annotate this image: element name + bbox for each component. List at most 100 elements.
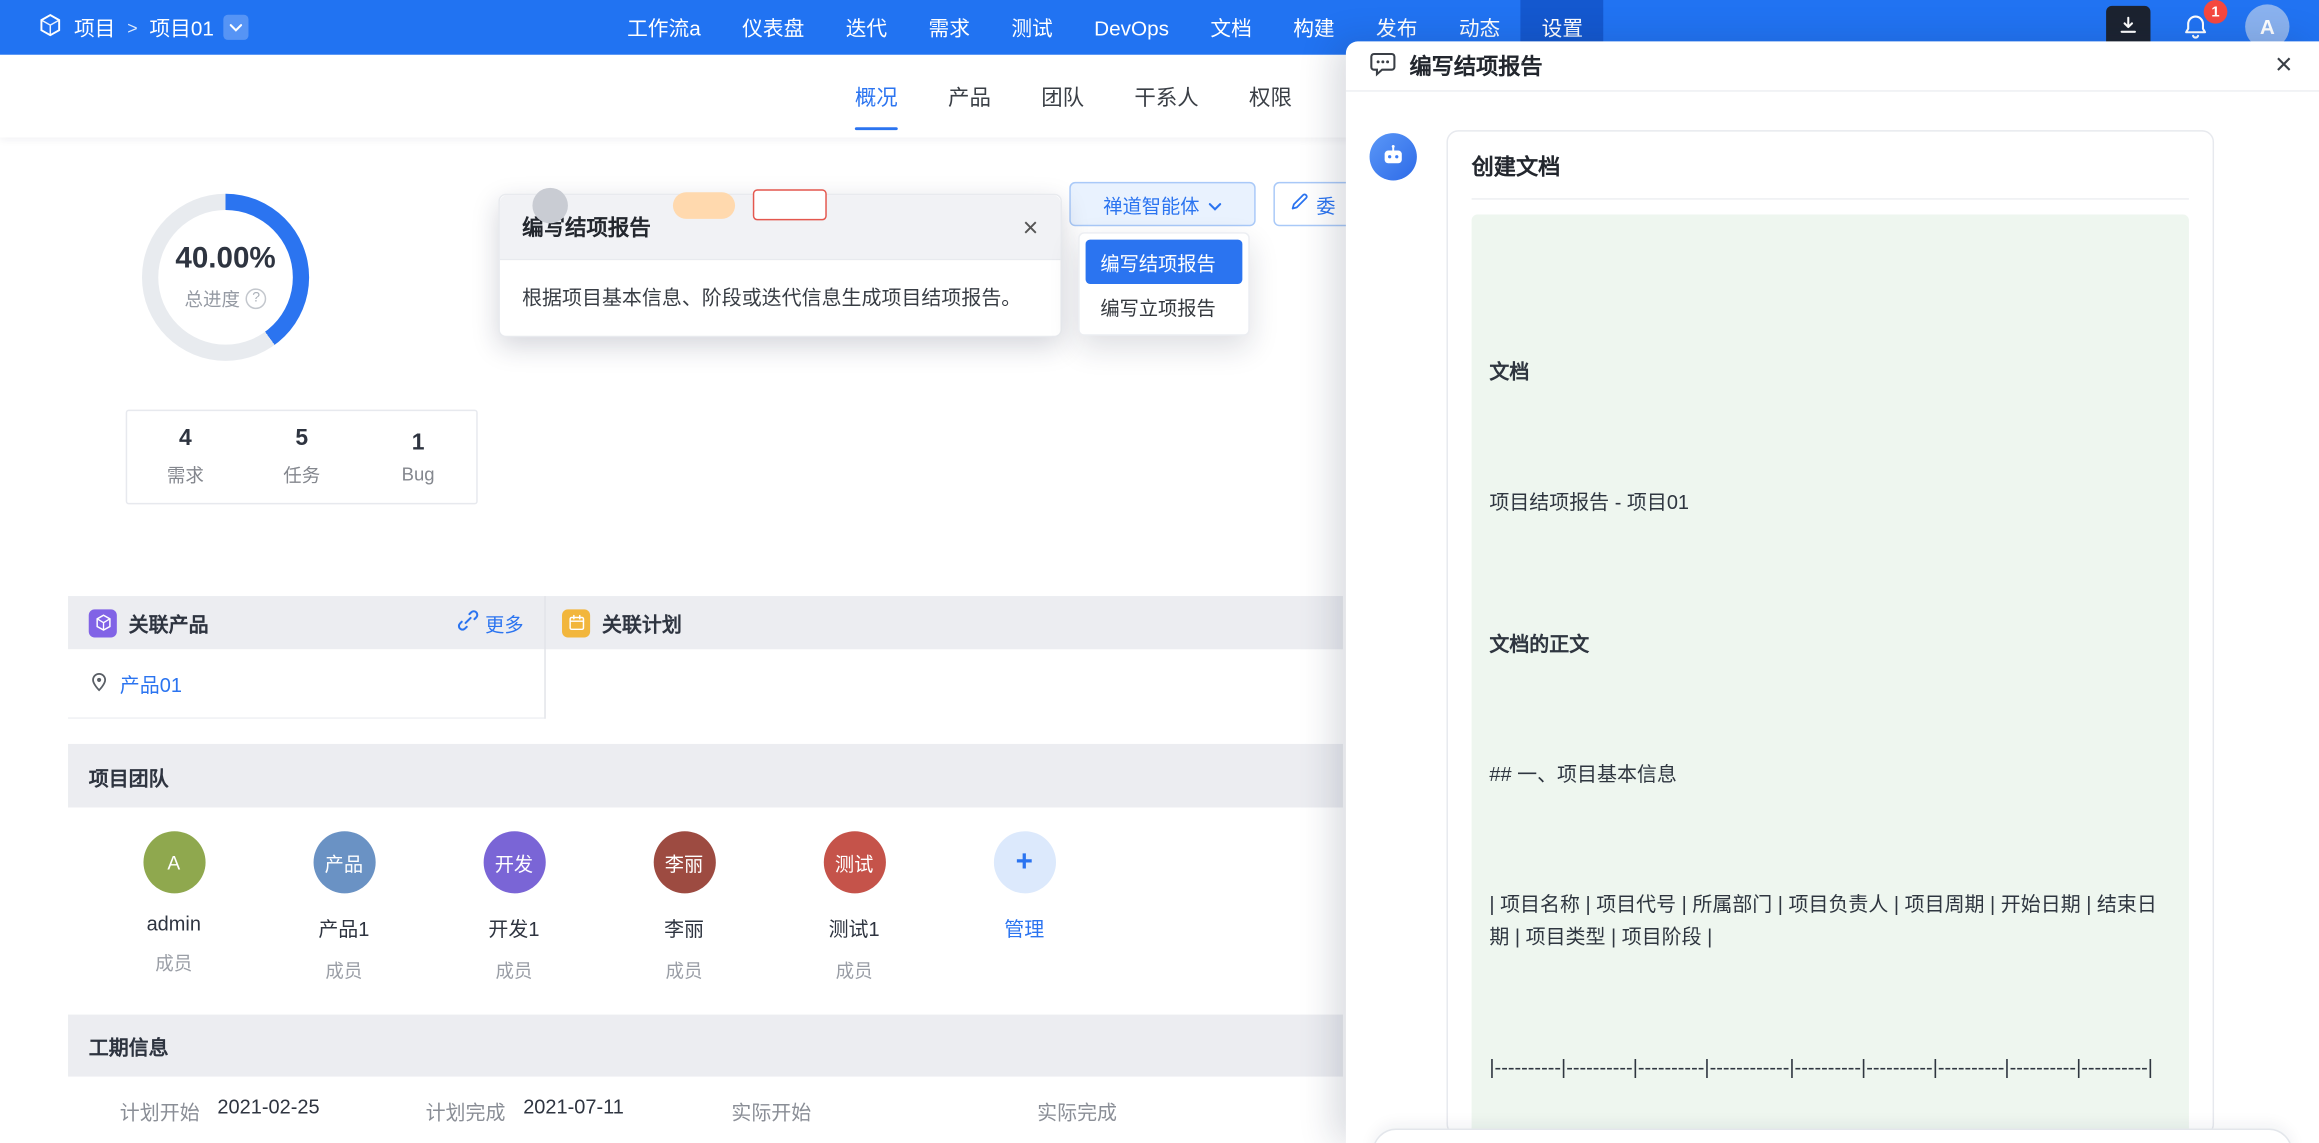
product-link[interactable]: 产品01 [120,669,182,699]
close-icon[interactable]: × [2275,50,2292,80]
member-name: 产品1 [318,913,369,943]
help-icon[interactable]: ? [246,288,267,309]
topbar-nav-item[interactable]: 构建 [1272,0,1355,55]
schedule-field: 实际完成 [1037,1095,1343,1125]
stat-value: 4 [179,426,192,453]
stats-card: 4 需求 5 任务 1 Bug [126,410,478,505]
logo-icon [38,13,62,41]
agent-dropdown-button[interactable]: 禅道智能体 [1069,182,1255,226]
stat-item[interactable]: 4 需求 [127,411,243,503]
document-line: 项目结项报告 - 项目01 [1489,487,2171,520]
schedule-field-value: 2021-07-11 [523,1095,624,1125]
avatar-badge-gray [532,188,567,223]
related-section-header: 关联产品 更多 关联计划 [68,596,1343,649]
agent-menu-item[interactable]: 编写结项报告 [1086,240,1243,284]
topbar-nav-item[interactable]: 工作流a [606,0,721,55]
progress-label: 总进度 [184,284,239,312]
member-avatar[interactable]: A [143,831,205,893]
topbar-nav-item[interactable]: 需求 [908,0,991,55]
schedule-field: 计划完成 2021-07-11 [426,1095,732,1125]
topbar-nav-item[interactable]: 迭代 [825,0,908,55]
team-members: A admin 成员 产品 产品1 成员 开发 开发1 [68,808,1343,1005]
topbar-nav-item[interactable]: 测试 [991,0,1074,55]
agent-menu-item[interactable]: 编写立项报告 [1086,284,1243,328]
stat-label: 任务 [283,460,320,488]
more-link-label: 更多 [485,609,523,637]
ai-assistant-avatar [1370,133,1417,180]
pin-icon [89,671,110,696]
member-avatar[interactable]: 产品 [313,831,375,893]
document-card: 创建文档 文档 项目结项报告 - 项目01 文档的正文 ## 一、项目基本信息 … [1446,130,2214,1136]
subnav-tab[interactable]: 干系人 [1134,55,1198,138]
member-name: admin [147,913,201,935]
notification-badge: 1 [2204,0,2228,24]
chat-input[interactable] [1373,1128,2293,1143]
team-member-list: A admin 成员 产品 产品1 成员 开发 开发1 [89,831,939,1004]
progress-donut-center: 40.00% 总进度 ? [158,210,293,345]
stat-item[interactable]: 5 任务 [244,411,360,503]
schedule-fields: 计划开始 2021-02-25 计划完成 2021-07-11 实际开始 [68,1077,1343,1143]
team-member: 测试 测试1 成员 [769,831,939,1004]
related-products-title: 关联产品 [129,608,209,638]
stat-value: 1 [412,430,425,457]
breadcrumb-separator: > [127,17,137,38]
subnav-tab[interactable]: 产品 [948,55,991,138]
subnav-tab[interactable]: 概况 [855,55,898,138]
close-icon[interactable]: × [1023,214,1039,241]
document-line: 文档 [1489,356,2171,389]
team-member: 开发 开发1 成员 [429,831,599,1004]
schedule-field-label: 实际完成 [1037,1095,1117,1125]
related-section: 关联产品 更多 关联计划 [68,596,1343,719]
add-member-label[interactable]: 管理 [1004,913,1044,943]
product-row: 产品01 [68,649,544,719]
member-name: 测试1 [829,913,880,943]
schedule-field-label: 计划开始 [120,1095,200,1125]
subnav-tab[interactable]: 团队 [1041,55,1084,138]
member-name: 开发1 [488,913,539,943]
schedule-section-title: 工期信息 [89,1031,169,1061]
schedule-field-value: 2021-02-25 [217,1095,319,1125]
chevron-down-icon [1208,193,1221,215]
related-products-header: 关联产品 更多 [68,608,544,638]
subnav-tabs: 概况 产品 团队 干系人 权限 [855,55,1292,138]
team-member: 李丽 李丽 成员 [599,831,769,1004]
breadcrumb: 项目 > 项目01 [38,0,247,55]
more-link[interactable]: 更多 [457,609,524,637]
document-card-title: 创建文档 [1472,151,2189,182]
schedule-field-label: 实际开始 [731,1095,811,1125]
topbar-nav-item[interactable]: DevOps [1073,0,1189,55]
progress-donut: 40.00% 总进度 ? [142,194,309,361]
member-avatar[interactable]: 李丽 [653,831,715,893]
topbar-nav-item[interactable]: 文档 [1190,0,1273,55]
schedule-field: 计划开始 2021-02-25 [120,1095,426,1125]
member-avatar[interactable]: 测试 [823,831,885,893]
breadcrumb-product: 项目 [74,13,115,43]
add-member-button[interactable]: + [993,831,1055,893]
stat-label: Bug [402,464,435,485]
schedule-field: 实际开始 [731,1095,1037,1125]
delegate-button-label: 委 [1316,190,1335,218]
member-role: 成员 [155,948,192,976]
member-role: 成员 [666,955,703,983]
member-avatar[interactable]: 开发 [483,831,545,893]
report-panel: 编写结项报告 × 创建文档 文档 项目结项报告 - 项目01 文档的正文 ## … [1346,41,2319,1143]
stat-item[interactable]: 1 Bug [360,411,476,503]
section-divider [544,596,545,719]
schedule-section: 工期信息 计划开始 2021-02-25 计划完成 2021-07-11 [68,1015,1343,1143]
stat-label: 需求 [167,460,204,488]
document-content: 文档 项目结项报告 - 项目01 文档的正文 ## 一、项目基本信息 | 项目名… [1472,214,2189,1135]
schedule-section-header: 工期信息 [68,1015,1343,1077]
agent-dropdown-menu: 编写结项报告 编写立项报告 [1078,232,1250,336]
related-plans-header: 关联计划 [544,608,682,638]
topbar-nav-item[interactable]: 仪表盘 [721,0,825,55]
project-switcher[interactable]: 项目01 [149,13,247,43]
schedule-field-label: 计划完成 [426,1095,506,1125]
member-role: 成员 [495,955,532,983]
team-section: 项目团队 A admin 成员 产品 产品1 [68,744,1343,1004]
plan-icon [562,609,590,637]
subnav-tab[interactable]: 权限 [1249,55,1292,138]
report-panel-header: 编写结项报告 × [1346,41,2319,91]
product-icon [89,609,117,637]
agent-dropdown-label: 禅道智能体 [1103,190,1199,218]
project-name: 项目01 [149,13,213,43]
